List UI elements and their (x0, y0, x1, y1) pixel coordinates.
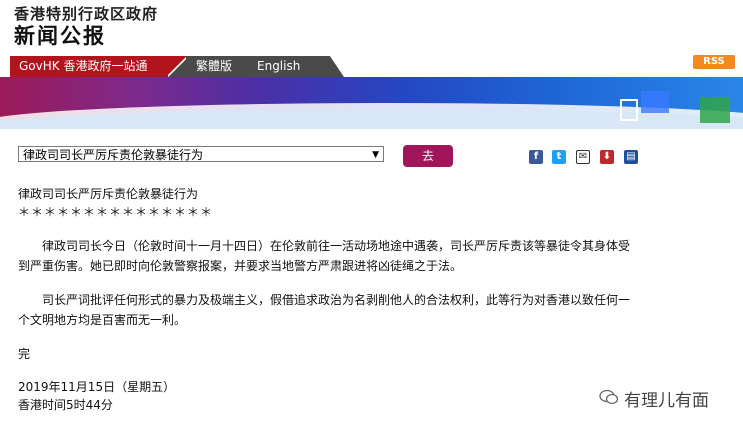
paragraph-2-line-2: 个文明地方均是百害而无一利。 (18, 313, 187, 327)
watermark-text: 有理儿有面 (624, 391, 709, 411)
twitter-icon[interactable]: t (552, 150, 566, 164)
paragraph-1-line-2: 到严重伤害。她已即时向伦敦警察报案，并要求当地警方严肃跟进将凶徒绳之于法。 (18, 259, 463, 273)
traditional-chinese-link[interactable]: 繁體版 (196, 56, 232, 77)
paragraph-1-line-1: 律政司司长今日（伦敦时间十一月十四日）在伦敦前往一活动场地途中遇袭，司长严厉斥责… (18, 239, 631, 253)
article-title: 律政司司长严厉斥责伦敦暴徒行为 (18, 187, 199, 201)
title-stars: ＊＊＊＊＊＊＊＊＊＊＊＊＊＊＊ (18, 205, 214, 219)
section-title: 新闻公报 (14, 24, 106, 48)
english-link[interactable]: English (257, 56, 300, 77)
paragraph-2-line-1: 司长严词批评任何形式的暴力及极端主义，假借追求政治为名剥削他人的合法权利，此等行… (18, 293, 631, 307)
print-icon[interactable]: ▤ (624, 150, 638, 164)
facebook-icon[interactable]: f (529, 150, 543, 164)
go-button[interactable]: 去 (403, 145, 453, 167)
nav-language-bar (168, 56, 344, 77)
bookmark-icon[interactable]: ⬇ (600, 150, 614, 164)
press-release-select[interactable]: 律政司司长严厉斥责伦敦暴徒行为 ▼ (18, 146, 384, 162)
select-value: 律政司司长严厉斥责伦敦暴徒行为 (23, 148, 204, 162)
nav-separator (168, 56, 186, 77)
banner-square-green (700, 97, 730, 123)
banner-square-outline (620, 99, 638, 121)
email-icon[interactable]: ✉ (576, 150, 590, 164)
header-banner (0, 77, 743, 129)
end-marker: 完 (18, 347, 31, 361)
site-header: 香港特别行政区政府 新闻公报 (0, 0, 743, 56)
govhk-link[interactable]: GovHK 香港政府一站通 (10, 56, 168, 77)
dropdown-arrow-icon: ▼ (372, 150, 379, 160)
top-nav: GovHK 香港政府一站通 繁體版 English (0, 56, 743, 77)
banner-square-blue (641, 91, 669, 113)
wechat-icon (599, 389, 619, 405)
rss-icon[interactable]: RSS (693, 55, 735, 69)
